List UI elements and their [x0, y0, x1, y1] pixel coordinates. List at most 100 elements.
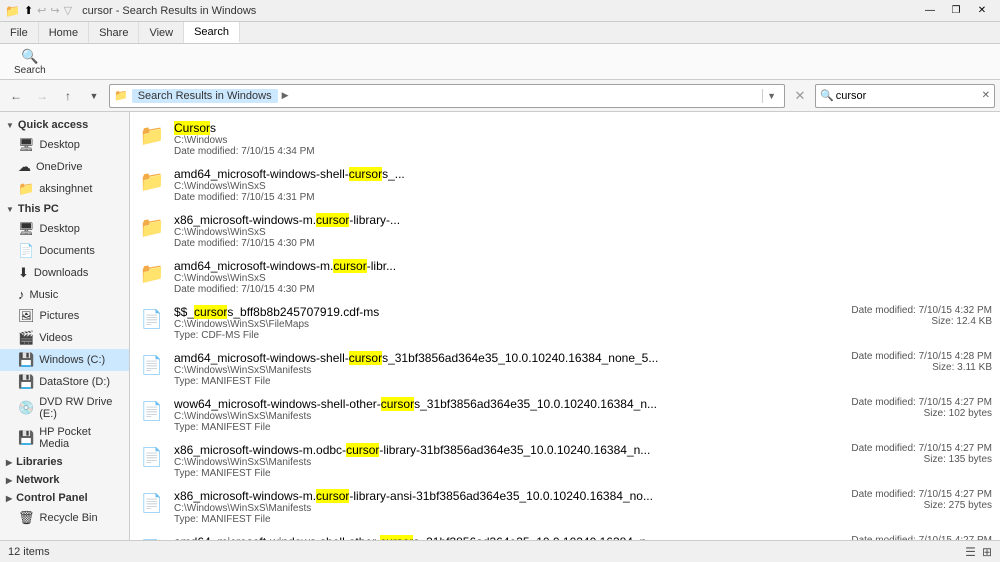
recent-locations-button[interactable]: ▼: [83, 85, 105, 107]
minimize-button[interactable]: —: [917, 2, 943, 20]
file-modified-4: Date modified: 7/10/15 4:32 PM: [851, 305, 992, 316]
sidebar-item-label-desktop-1: Desktop: [40, 139, 80, 151]
restore-button[interactable]: ❐: [943, 2, 969, 20]
file-item-0[interactable]: 📁 Cursors C:\Windows Date modified: 7/10…: [130, 116, 1000, 162]
ribbon-search-button[interactable]: 🔍 Search: [8, 45, 52, 79]
search-clear-button[interactable]: ✕: [982, 90, 990, 101]
sidebar-item-label-datastore-d: DataStore (D:): [39, 376, 110, 388]
libraries-label: Libraries: [16, 456, 62, 468]
file-item-8[interactable]: 📄 x86_microsoft-windows-m.cursor-library…: [130, 484, 1000, 530]
title-bar: 📁 ⬆ ↩ ↪ ▽ cursor - Search Results in Win…: [0, 0, 1000, 22]
address-bar[interactable]: 📁 Search Results in Windows ▶ ▼: [109, 84, 785, 108]
sidebar-control-panel-header[interactable]: ▶ Control Panel: [0, 489, 129, 507]
sidebar-item-aksinghnet[interactable]: 📁 aksinghnet: [0, 178, 129, 200]
file-modified-9: Date modified: 7/10/15 4:27 PM: [851, 535, 992, 540]
file-modified-8: Date modified: 7/10/15 4:27 PM: [851, 489, 992, 500]
documents-icon: 📄: [18, 243, 34, 259]
sidebar-item-label-hp-pocket: HP Pocket Media: [39, 426, 121, 450]
forward-button[interactable]: →: [31, 85, 53, 107]
file-item-6[interactable]: 📄 wow64_microsoft-windows-shell-other-cu…: [130, 392, 1000, 438]
view-large-icons-button[interactable]: ⊞: [982, 545, 992, 559]
tab-file[interactable]: File: [0, 22, 39, 43]
undo-icon: ↩: [37, 4, 46, 17]
file-info-8: x86_microsoft-windows-m.cursor-library-a…: [174, 489, 812, 525]
sidebar-item-downloads[interactable]: ⬇ Downloads: [0, 262, 129, 284]
file-path-2: C:\Windows\WinSxS: [174, 227, 992, 238]
up-button[interactable]: ↑: [57, 85, 79, 107]
file-item-5[interactable]: 📄 amd64_microsoft-windows-shell-cursors_…: [130, 346, 1000, 392]
sidebar-item-dvd-e[interactable]: 💿 DVD RW Drive (E:): [0, 393, 129, 423]
sidebar-network-header[interactable]: ▶ Network: [0, 471, 129, 489]
tab-home[interactable]: Home: [39, 22, 89, 43]
file-item-9[interactable]: 📄 amd64_microsoft-windows-shell-other-cu…: [130, 530, 1000, 540]
this-pc-label: This PC: [18, 203, 59, 215]
sidebar-item-label-documents: Documents: [39, 245, 95, 257]
sidebar-item-recycle-bin[interactable]: 🗑 Recycle Bin: [0, 507, 129, 529]
file-item-3[interactable]: 📁 amd64_microsoft-windows-m.cursor-libr.…: [130, 254, 1000, 300]
downloads-icon: ⬇: [18, 265, 29, 281]
address-text: Search Results in Windows: [132, 89, 278, 103]
app-icon: 📁: [5, 4, 20, 18]
search-box[interactable]: 🔍 ✕: [815, 84, 995, 108]
file-icon-6: 📄: [138, 397, 166, 425]
view-details-button[interactable]: ☰: [965, 545, 976, 559]
search-input[interactable]: [836, 90, 980, 102]
sidebar-libraries-header[interactable]: ▶ Libraries: [0, 453, 129, 471]
close-button[interactable]: ✕: [969, 2, 995, 20]
file-path-7: C:\Windows\WinSxS\Manifests: [174, 457, 812, 468]
file-icon-3: 📁: [138, 259, 166, 287]
sidebar-this-pc-header[interactable]: ▼ This PC: [0, 200, 129, 218]
sidebar-item-desktop-2[interactable]: 🖥 Desktop: [0, 218, 129, 240]
sidebar-item-pictures[interactable]: 🖼 Pictures: [0, 305, 129, 327]
file-info-2: x86_microsoft-windows-m.cursor-library-.…: [174, 213, 992, 249]
file-item-2[interactable]: 📁 x86_microsoft-windows-m.cursor-library…: [130, 208, 1000, 254]
file-info-5: amd64_microsoft-windows-shell-cursors_31…: [174, 351, 812, 387]
sidebar-item-windows-c[interactable]: 💾 Windows (C:): [0, 349, 129, 371]
sidebar-item-hp-pocket[interactable]: 💾 HP Pocket Media: [0, 423, 129, 453]
file-meta-7: Date modified: 7/10/15 4:27 PM Size: 135…: [812, 443, 992, 465]
file-meta-8: Date modified: 7/10/15 4:27 PM Size: 275…: [812, 489, 992, 511]
file-icon-4: 📄: [138, 305, 166, 333]
file-type-8: Type: MANIFEST File: [174, 514, 812, 525]
file-name-4: $$_cursors_bff8b8b245707919.cdf-ms: [174, 305, 812, 319]
sidebar-item-datastore-d[interactable]: 💾 DataStore (D:): [0, 371, 129, 393]
desktop-icon-1: 🖥: [18, 137, 35, 153]
tab-search[interactable]: Search: [184, 22, 240, 43]
sidebar-item-music[interactable]: ♪ Music: [0, 284, 129, 305]
sidebar-item-label-onedrive: OneDrive: [36, 161, 82, 173]
hp-pocket-icon: 💾: [18, 430, 34, 446]
file-info-0: Cursors C:\Windows Date modified: 7/10/1…: [174, 121, 992, 157]
desktop-icon-2: 🖥: [18, 221, 35, 237]
sidebar-item-label-desktop-2: Desktop: [40, 223, 80, 235]
file-info-1: amd64_microsoft-windows-shell-cursors_..…: [174, 167, 992, 203]
address-dropdown-button[interactable]: ▼: [762, 89, 780, 103]
file-meta-9: Date modified: 7/10/15 4:27 PM Size: 118…: [812, 535, 992, 540]
back-button[interactable]: ←: [5, 85, 27, 107]
sidebar-quick-access-header[interactable]: ▼ Quick access: [0, 116, 129, 134]
tab-share[interactable]: Share: [89, 22, 139, 43]
pictures-icon: 🖼: [18, 308, 35, 324]
sidebar-item-documents[interactable]: 📄 Documents: [0, 240, 129, 262]
ribbon-search-label: Search: [14, 65, 46, 76]
file-item-4[interactable]: 📄 $$_cursors_bff8b8b245707919.cdf-ms C:\…: [130, 300, 1000, 346]
sidebar-item-onedrive[interactable]: ☁ OneDrive: [0, 156, 129, 178]
file-name-6: wow64_microsoft-windows-shell-other-curs…: [174, 397, 812, 411]
tab-view[interactable]: View: [139, 22, 184, 43]
control-panel-arrow: ▶: [6, 494, 12, 503]
file-item-7[interactable]: 📄 x86_microsoft-windows-m.odbc-cursor-li…: [130, 438, 1000, 484]
file-item-1[interactable]: 📁 amd64_microsoft-windows-shell-cursors_…: [130, 162, 1000, 208]
file-type-5: Type: MANIFEST File: [174, 376, 812, 387]
address-clear-button[interactable]: ✕: [789, 85, 811, 107]
file-type-6: Type: MANIFEST File: [174, 422, 812, 433]
file-modified-5: Date modified: 7/10/15 4:28 PM: [851, 351, 992, 362]
file-modified-7: Date modified: 7/10/15 4:27 PM: [851, 443, 992, 454]
file-size-5: Size: 3.11 KB: [932, 362, 992, 373]
sidebar-item-desktop-1[interactable]: 🖥 Desktop: [0, 134, 129, 156]
file-meta-4: Date modified: 7/10/15 4:32 PM Size: 12.…: [812, 305, 992, 327]
file-size-6: Size: 102 bytes: [924, 408, 992, 419]
file-modified-6: Date modified: 7/10/15 4:27 PM: [851, 397, 992, 408]
file-info-6: wow64_microsoft-windows-shell-other-curs…: [174, 397, 812, 433]
file-name-8: x86_microsoft-windows-m.cursor-library-a…: [174, 489, 812, 503]
sidebar-item-videos[interactable]: 🎬 Videos: [0, 327, 129, 349]
file-name-1: amd64_microsoft-windows-shell-cursors_..…: [174, 167, 992, 181]
